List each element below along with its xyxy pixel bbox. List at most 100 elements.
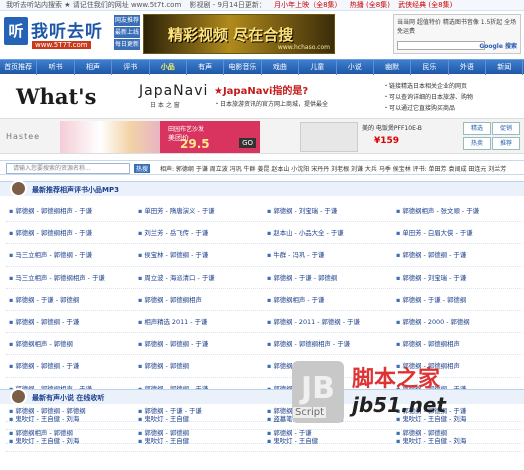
link-row: 郭德纲 - 郭德纲 - 于谦相声精选 2011 - 于谦郭德纲 - 2011 -… (6, 311, 522, 334)
nav-item[interactable]: 电影音乐 (224, 60, 262, 75)
nav-item[interactable]: 有声 (187, 60, 225, 75)
audio-link[interactable]: 相声精选 2011 - 于谦 (135, 311, 264, 332)
sale-price: 29.5 (180, 137, 210, 151)
link-row: 马三立相声 - 郭德纲相声 - 于谦周立波 - 海派清口 - 于谦郭德纲 - 于… (6, 267, 522, 289)
avatar (10, 388, 27, 405)
audio-link[interactable]: 郭德纲 - 于谦 - 郭德纲 (393, 289, 522, 310)
audio-link[interactable]: 赵本山 - 小品大全 - 于谦 (264, 222, 393, 243)
avatar (10, 180, 27, 197)
audio-link[interactable]: 郭德纲相声 - 张文顺 - 于谦 (393, 200, 522, 221)
audio-link[interactable]: 侯宝林 - 郭德纲 - 于谦 (135, 244, 264, 265)
audio-link[interactable]: 郭德纲 - 郭德纲 (135, 355, 264, 376)
logo-tag[interactable]: 每日更新 (114, 39, 140, 50)
product-tag-button[interactable]: 推荐 (492, 137, 520, 150)
update-link-3[interactable]: 武侠经典 (全8集) (398, 1, 452, 9)
ad-text[interactable]: 当当网 超值特价 精选图书音像 1.5折起 全场免运费 (397, 18, 519, 36)
audio-link[interactable]: 郭德纲 - 刘宝瑞 - 于谦 (393, 267, 522, 288)
site-search-input[interactable]: 请输入您要搜索的资源名称... (6, 163, 130, 174)
audio-link[interactable]: 郭德纲 - 于谦 - 郭德纲 (264, 267, 393, 288)
nav-item[interactable]: 评书 (112, 60, 150, 75)
audio-link[interactable]: 鬼吹灯 - 王自健 (135, 408, 264, 429)
product-tag-button[interactable]: 促销 (492, 122, 520, 135)
product-name[interactable]: 美的 电饭煲PFF10E-B (362, 123, 422, 132)
search-ticker-bar: 请输入您要搜索的资源名称... 热搜 相声: 郭德纲 于谦 周立波 冯巩 牛群 … (0, 160, 524, 175)
audio-link[interactable]: 周立波 - 海派清口 - 于谦 (135, 267, 264, 288)
japanavi-subtitle: 日 本 之 窗 (150, 102, 180, 109)
audio-link[interactable]: 郭德纲 - 郭德纲相声 - 于谦 (264, 333, 393, 354)
watermark-net: jb51.net (352, 393, 446, 417)
update-link-1[interactable]: 月小年上映（全8集） (274, 1, 341, 9)
sale-go-button[interactable]: GO (239, 138, 256, 148)
update-link-2[interactable]: 热播 (全8集) (350, 1, 390, 9)
audio-link[interactable]: 马三立相声 - 郭德纲 - 于谦 (6, 244, 135, 265)
product-tag-button[interactable]: 精选 (463, 122, 491, 135)
japanavi-point: ・链接精选日本相关企业的网页 (383, 83, 468, 90)
link-row: 马三立相声 - 郭德纲 - 于谦侯宝林 - 郭德纲 - 于谦牛群 - 冯巩 - … (6, 244, 522, 267)
audio-link[interactable]: 鬼吹灯 - 王自健 (135, 430, 264, 451)
link-row: 郭德纲 - 于谦 - 郭德纲郭德纲 - 郭德纲相声郭德纲相声 - 于谦郭德纲 -… (6, 289, 522, 311)
jb51-watermark: JB Script 脚本之家 jb51.net (290, 355, 524, 437)
japanavi-banner[interactable]: What's JapaNavi 日 本 之 窗 ★JapaNavi指的是? ・日… (0, 80, 370, 114)
section-title[interactable]: 最新有声小说 在线收听 (32, 393, 104, 403)
product-ad-strip[interactable]: Hastee 田园布艺沙发 美团价 29.5 GO 美的 电饭煲PFF10E-B… (0, 118, 524, 154)
product-buttons: 精选 促销 热卖 推荐 (462, 122, 522, 152)
logo-tags: 网友推荐 最新上线 每日更新 (114, 15, 140, 51)
audio-link[interactable]: 郭德纲 - 郭德纲相声 (393, 333, 522, 354)
audio-link[interactable]: 郭德纲 - 郭德纲 - 于谦 (6, 355, 135, 376)
audio-link[interactable]: 刘兰芳 - 岳飞传 - 于谦 (135, 222, 264, 243)
audio-link[interactable]: 郭德纲 - 2011 - 郭德纲 - 于谦 (264, 311, 393, 332)
nav-item[interactable]: 戏曲 (262, 60, 300, 75)
audio-link[interactable]: 郭德纲 - 郭德纲 - 于谦 (393, 244, 522, 265)
audio-link[interactable]: 鬼吹灯 - 王自健 - 刘海 (6, 430, 135, 451)
audio-link[interactable]: 郭德纲 - 于谦 - 郭德纲 (6, 289, 135, 310)
top-info-bar: 我听去听站内搜索 ★ 请记住我们的网址 www.5t7t.com 影视剧 - 9… (0, 0, 524, 11)
japanavi-whats: What's (16, 84, 97, 109)
main-nav: 首页推荐 听书 相声 评书 小品 有声 电影音乐 戏曲 儿童 小说 幽默 民乐 外语 新闻 (0, 59, 524, 75)
logo-tag[interactable]: 网友推荐 (114, 15, 140, 26)
japanavi-desc: ・日本旅游资讯的官方网上商城，提供最全 (214, 101, 329, 108)
audio-link[interactable]: 郭德纲 - 郭德纲相声 - 于谦 (6, 222, 135, 243)
update-notice: 影视剧 - 9月14日更新： (189, 1, 266, 9)
audio-link[interactable]: 牛群 - 冯巩 - 于谦 (264, 244, 393, 265)
google-search-input[interactable] (397, 41, 485, 50)
section-title[interactable]: 最新推荐相声评书小品MP3 (32, 185, 119, 195)
watermark-cn: 脚本之家 (352, 367, 441, 392)
sale-banner[interactable]: 田园布艺沙发 美团价 29.5 GO (160, 121, 260, 153)
link-row: 郭德纲 - 郭德纲相声 - 于谦刘兰芳 - 岳飞传 - 于谦赵本山 - 小品大全… (6, 222, 522, 245)
nav-item[interactable]: 小说 (337, 60, 374, 75)
audio-link[interactable]: 郭德纲 - 2000 - 郭德纲 (393, 311, 522, 332)
hot-search-label: 热搜 (134, 164, 151, 173)
japanavi-points: ・链接精选日本相关企业的网页 ・可以查询详细的日本旅游、购物 ・可以通过它直接购… (383, 81, 523, 114)
nav-item[interactable]: 外语 (449, 60, 487, 75)
audio-link[interactable]: 郭德纲相声 - 于谦 (264, 289, 393, 310)
hot-search-links[interactable]: 相声: 郭德纲 于谦 周立波 冯巩 牛群 姜昆 赵本山 小沈阳 宋丹丹 刘老根 … (160, 164, 520, 173)
logo-tag[interactable]: 最新上线 (114, 27, 140, 38)
section-header: 最新推荐相声评书小品MP3 (0, 180, 524, 197)
nav-item[interactable]: 小品 (150, 60, 187, 75)
google-search-button[interactable]: Google 搜索 (479, 41, 517, 50)
audio-link[interactable]: 郭德纲相声 - 郭德纲 (6, 333, 135, 354)
audio-link[interactable]: 马三立相声 - 郭德纲相声 - 于谦 (6, 267, 135, 288)
logo-name: 我听去听 (31, 22, 103, 42)
audio-link[interactable]: 郭德纲 - 郭德纲 - 于谦 (6, 311, 135, 332)
nav-item[interactable]: 民乐 (411, 60, 449, 75)
audio-link[interactable]: 郭德纲 - 郭德纲相声 - 于谦 (6, 200, 135, 221)
nav-item[interactable]: 听书 (37, 60, 75, 75)
banner-url: www.hchaso.com (277, 44, 330, 51)
audio-link[interactable]: 郭德纲 - 刘宝瑞 - 于谦 (264, 200, 393, 221)
product-tag-button[interactable]: 热卖 (463, 137, 491, 150)
nav-item[interactable]: 新闻 (486, 60, 524, 75)
audio-link[interactable]: 鬼吹灯 - 王自健 - 刘海 (6, 408, 135, 429)
right-ad-box: 当当网 超值特价 精选图书音像 1.5折起 全场免运费 Google 搜索 (393, 14, 521, 54)
video-banner-ad[interactable]: 精彩视频 尽在合搜 www.hchaso.com (143, 14, 335, 54)
nav-item[interactable]: 首页推荐 (0, 60, 38, 75)
audio-link[interactable]: 郭德纲 - 郭德纲相声 (135, 289, 264, 310)
rice-cooker-image (300, 122, 358, 152)
audio-link[interactable]: 单田芳 - 白眉大侠 - 于谦 (393, 222, 522, 243)
nav-item[interactable]: 儿童 (299, 60, 337, 75)
nav-item[interactable]: 相声 (75, 60, 113, 75)
nav-item[interactable]: 幽默 (374, 60, 412, 75)
site-logo[interactable]: 听 我听去听 www.5T7T.com (4, 13, 112, 55)
audio-link[interactable]: 郭德纲 - 郭德纲 - 于谦 (135, 333, 264, 354)
audio-link[interactable]: 单田芳 - 隋唐演义 - 于谦 (135, 200, 264, 221)
